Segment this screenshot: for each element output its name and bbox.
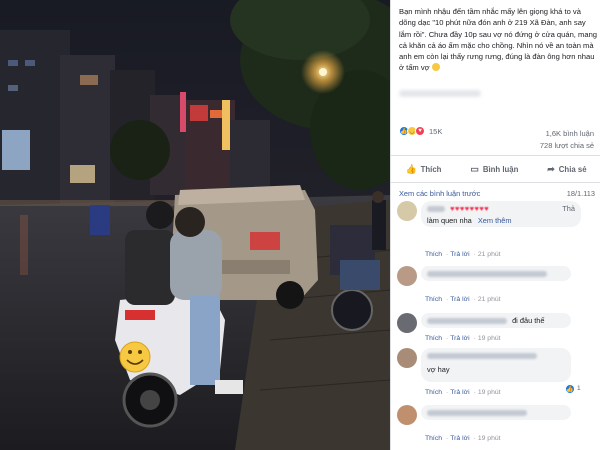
view-previous-comments-link[interactable]: Xem các bình luận trước: [399, 189, 480, 198]
comment-reply-link[interactable]: Trả lời: [450, 435, 469, 442]
speech-bubble-icon: ▭: [470, 163, 479, 174]
comments-shown-count: 18/1.113: [566, 189, 595, 198]
comment-trail: Thả: [562, 204, 575, 213]
comment-bubble: ♥♥♥♥♥♥♥♥ Thả làm quen nha Xem thêm: [421, 201, 581, 227]
like-button[interactable]: 👍 Thích: [405, 164, 441, 175]
comment-like-link[interactable]: Thích: [425, 435, 442, 442]
comment-reply-link[interactable]: Trả lời: [450, 251, 469, 258]
comment-like-link[interactable]: Thích: [425, 335, 442, 342]
comment-text: làm quen nha: [427, 216, 472, 225]
reaction-count: 1: [577, 385, 581, 392]
comment-time: 19 phút: [477, 335, 501, 342]
avatar[interactable]: [397, 405, 417, 425]
comment-meta: Thích · Trả lời · 21 phút: [425, 251, 501, 258]
comment-time: 21 phút: [477, 296, 501, 303]
post-stats: 1,6K bình luận 728 lượt chia sẻ: [540, 128, 594, 152]
comment-bubble: [421, 405, 571, 420]
comment-meta: Thích · Trả lời · 19 phút: [425, 435, 501, 442]
post-caption: Bạn mình nhậu đến tầm nhắc mấy lên giọng…: [399, 6, 599, 74]
comment-reply-link[interactable]: Trả lời: [450, 335, 469, 342]
comment-button[interactable]: ▭ Bình luận: [470, 164, 518, 175]
comment-bubble: [421, 266, 571, 281]
comment-text: đi đâu thế: [512, 316, 545, 325]
previous-comments-row: Xem các bình luận trước 18/1.113: [399, 189, 595, 198]
comment-count-link[interactable]: 1,6K bình luận: [540, 128, 594, 140]
see-more-link[interactable]: Xem thêm: [478, 216, 512, 225]
comment-like-link[interactable]: Thích: [425, 296, 442, 303]
like-reaction-icon: 👍: [565, 384, 575, 394]
reaction-summary[interactable]: 👍 ◡ ♥ 15K: [399, 126, 442, 136]
comment-button-label: Bình luận: [482, 164, 519, 174]
love-reaction-icon: ♥: [415, 126, 425, 136]
comment-text: vợ hay: [427, 365, 450, 374]
blurred-tag: [399, 90, 481, 97]
night-street-photo: [0, 0, 390, 450]
comment-like-link[interactable]: Thích: [425, 251, 442, 258]
comment-meta: Thích · Trả lời · 19 phút: [425, 389, 501, 396]
comment-time: 19 phút: [477, 389, 501, 396]
comment-time: 19 phút: [477, 435, 501, 442]
reaction-count: 15K: [429, 126, 443, 136]
comment-time: 21 phút: [477, 251, 501, 258]
commenter-name[interactable]: [427, 271, 547, 278]
commenter-name[interactable]: [427, 318, 507, 325]
sad-emoji-icon: [431, 63, 440, 72]
comment-meta: Thích · Trả lời · 19 phút: [425, 335, 501, 342]
post-caption-text: Bạn mình nhậu đến tầm nhắc mấy lên giọng…: [399, 7, 598, 73]
comment-bubble: đi đâu thế: [421, 313, 571, 328]
commenter-name[interactable]: [427, 353, 537, 360]
comment-like-link[interactable]: Thích: [425, 389, 442, 396]
comment-meta: Thích · Trả lời · 21 phút: [425, 296, 501, 303]
thumbs-up-icon: 👍: [405, 163, 417, 174]
post-action-bar: 👍 Thích ▭ Bình luận ➦ Chia sẻ: [391, 155, 600, 183]
avatar[interactable]: [397, 313, 417, 333]
avatar[interactable]: [397, 266, 417, 286]
comment-bubble: vợ hay: [421, 348, 571, 382]
comment-reply-link[interactable]: Trả lời: [450, 296, 469, 303]
comment-hearts: ♥♥♥♥♥♥♥♥: [450, 204, 490, 213]
share-button-label: Chia sẻ: [558, 164, 587, 174]
share-count-link[interactable]: 728 lượt chia sẻ: [540, 140, 594, 152]
avatar[interactable]: [397, 201, 417, 221]
share-arrow-icon: ➦: [547, 163, 555, 174]
comment-reply-link[interactable]: Trả lời: [450, 389, 469, 396]
post-photo[interactable]: [0, 0, 390, 450]
commenter-name[interactable]: [427, 206, 445, 213]
like-button-label: Thích: [420, 164, 442, 174]
avatar[interactable]: [397, 348, 417, 368]
commenter-name[interactable]: [427, 410, 527, 417]
post-panel: Bạn mình nhậu đến tầm nhắc mấy lên giọng…: [390, 0, 600, 450]
share-button[interactable]: ➦ Chia sẻ: [547, 164, 586, 175]
